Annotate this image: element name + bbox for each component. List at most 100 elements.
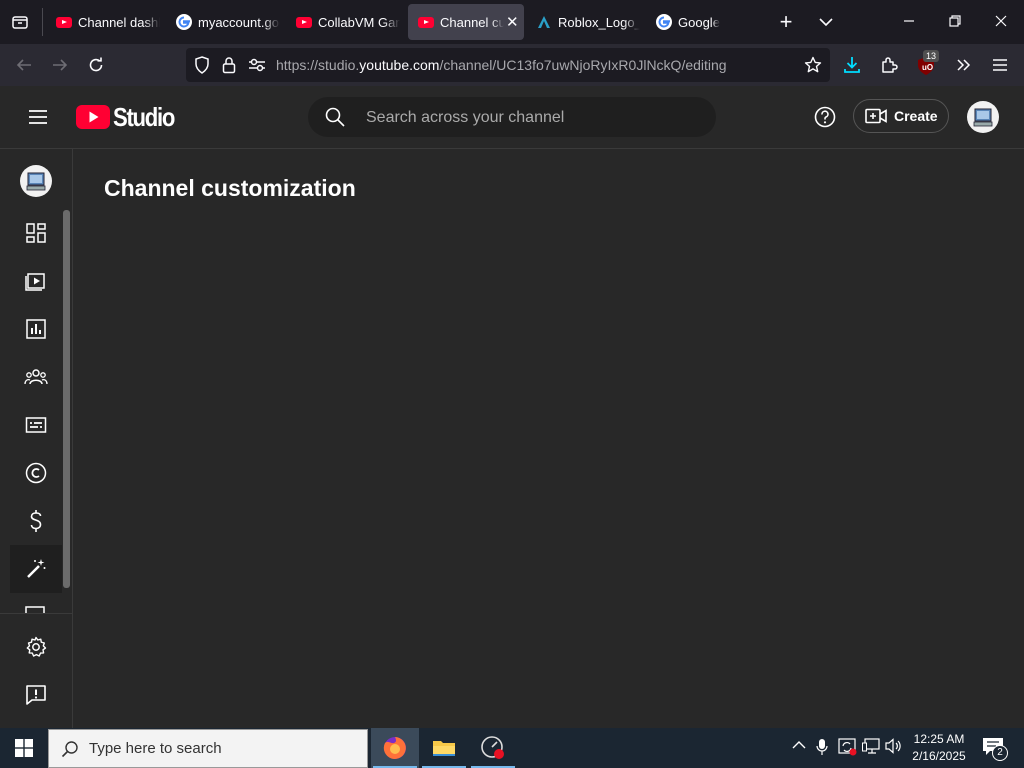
feedback-icon — [26, 685, 46, 705]
reload-button[interactable] — [81, 50, 111, 80]
menu-toggle-button[interactable] — [22, 101, 54, 133]
create-button-label: Create — [894, 108, 938, 124]
lock-icon[interactable] — [222, 56, 236, 74]
taskbar-search-box[interactable]: Type here to search — [48, 729, 368, 768]
url-path: /channel/UC13fo7uwNjoRyIxR0JlNckQ/editin… — [439, 57, 727, 73]
taskbar-firefox[interactable] — [371, 728, 419, 768]
taskbar-file-explorer[interactable] — [420, 728, 468, 768]
download-icon — [844, 57, 860, 73]
reload-icon — [89, 57, 103, 72]
sidebar-item-earn[interactable] — [12, 499, 60, 543]
tab-label: Google — [678, 14, 720, 30]
network-tray-button[interactable] — [862, 738, 880, 754]
channel-search-bar[interactable] — [308, 97, 716, 139]
restore-button[interactable] — [942, 8, 968, 34]
volume-tray-button[interactable] — [885, 738, 903, 754]
clock-date: 2/16/2025 — [912, 749, 966, 763]
downloads-button[interactable] — [840, 53, 864, 77]
tab-collabvm[interactable]: CollabVM Gam — [282, 4, 400, 40]
url-domain: youtube.com — [359, 57, 440, 73]
close-tab-icon[interactable]: ✕ — [506, 13, 519, 31]
tab-label: Channel dashb — [78, 14, 160, 30]
sidebar-item-audio-library-partial[interactable] — [24, 605, 48, 613]
search-icon — [325, 107, 345, 127]
channel-avatar[interactable] — [20, 165, 52, 197]
new-tab-button[interactable]: + — [774, 10, 798, 34]
star-icon — [804, 56, 822, 73]
tab-channel-dashboard[interactable]: Channel dashb — [42, 4, 160, 40]
subtitles-icon — [25, 417, 47, 433]
forward-button[interactable] — [45, 50, 75, 80]
taskbar-app-gauge[interactable] — [469, 728, 517, 768]
url-text: https://studio.youtube.com/channel/UC13f… — [276, 57, 727, 73]
channel-search-input[interactable] — [364, 97, 708, 139]
video-content-icon — [25, 273, 45, 291]
dashboard-icon — [26, 223, 46, 243]
bookmark-star-button[interactable] — [804, 56, 822, 74]
folder-icon — [433, 741, 455, 756]
hamburger-icon — [993, 59, 1007, 71]
more-tools-button[interactable] — [952, 53, 976, 77]
youtube-logo-icon — [76, 105, 110, 129]
studio-logo[interactable]: Studio — [76, 102, 185, 132]
youtube-icon — [296, 14, 312, 30]
sidebar-item-subtitles[interactable] — [12, 403, 60, 447]
url-bar[interactable]: https://studio.youtube.com/channel/UC13f… — [186, 48, 830, 82]
taskbar-clock[interactable]: 12:25 AM 2/16/2025 — [905, 731, 973, 765]
tab-label: CollabVM Gam — [318, 14, 400, 30]
extensions-button[interactable] — [877, 53, 901, 77]
app-menu-button[interactable] — [988, 53, 1012, 77]
tab-google[interactable]: Google — [642, 4, 760, 40]
puzzle-icon — [882, 57, 898, 73]
sidebar-item-settings[interactable] — [12, 625, 60, 669]
tab-label: Channel cus — [440, 14, 504, 30]
sidebar-item-analytics[interactable] — [12, 307, 60, 351]
gauge-icon — [481, 736, 504, 759]
sync-alert-icon — [838, 738, 857, 756]
extension-badge: 13 — [923, 50, 940, 62]
account-avatar[interactable] — [967, 101, 999, 133]
analytics-icon — [26, 319, 46, 339]
url-prefix: https://studio. — [276, 57, 360, 73]
taskbar-search-placeholder: Type here to search — [89, 740, 222, 757]
youtube-icon — [418, 14, 434, 30]
arrow-left-icon — [16, 59, 31, 71]
magic-wand-icon — [27, 559, 46, 578]
sidebar-item-dashboard[interactable] — [12, 211, 60, 255]
notification-center-button[interactable]: 2 — [980, 734, 1008, 762]
roblox-icon — [536, 14, 552, 30]
browser-tab-bar: Channel dashb myaccount.goo CollabVM Gam… — [0, 0, 1024, 44]
arrow-right-icon — [53, 59, 68, 71]
sidebar-scrollbar[interactable] — [63, 210, 70, 588]
computer-avatar-icon — [973, 108, 993, 127]
close-icon — [995, 15, 1007, 27]
sync-tray-button[interactable] — [838, 738, 858, 756]
shield-icon[interactable] — [194, 56, 210, 74]
show-hidden-icons-button[interactable] — [792, 738, 806, 752]
chevron-up-icon — [792, 741, 806, 749]
ublock-extension-button[interactable]: uO 13 — [914, 50, 940, 77]
microphone-tray-button[interactable] — [816, 738, 828, 756]
sidebar-item-customization[interactable] — [10, 545, 62, 593]
start-button[interactable] — [0, 728, 48, 768]
tab-channel-customization[interactable]: Channel cus ✕ — [408, 4, 524, 40]
tab-roblox-logo[interactable]: Roblox_Logo_2 — [522, 4, 640, 40]
google-icon — [656, 14, 672, 30]
sidebar-item-content[interactable] — [12, 259, 60, 303]
help-button[interactable] — [812, 104, 838, 130]
sidebar-item-copyright[interactable] — [12, 451, 60, 495]
list-all-tabs-button[interactable] — [814, 10, 838, 34]
back-button[interactable] — [9, 50, 39, 80]
tab-label: myaccount.goo — [198, 14, 280, 30]
page-title: Channel customization — [104, 175, 356, 201]
minimize-button[interactable] — [896, 8, 922, 34]
close-window-button[interactable] — [988, 8, 1014, 34]
tab-overview-button[interactable] — [8, 10, 32, 34]
create-button[interactable]: Create — [853, 99, 949, 133]
firefox-icon — [383, 737, 406, 759]
tab-myaccount[interactable]: myaccount.goo — [162, 4, 280, 40]
audio-library-icon — [25, 606, 45, 613]
sidebar-item-community[interactable] — [12, 355, 60, 399]
sidebar-item-feedback[interactable] — [12, 673, 60, 717]
permissions-icon[interactable] — [248, 57, 266, 73]
